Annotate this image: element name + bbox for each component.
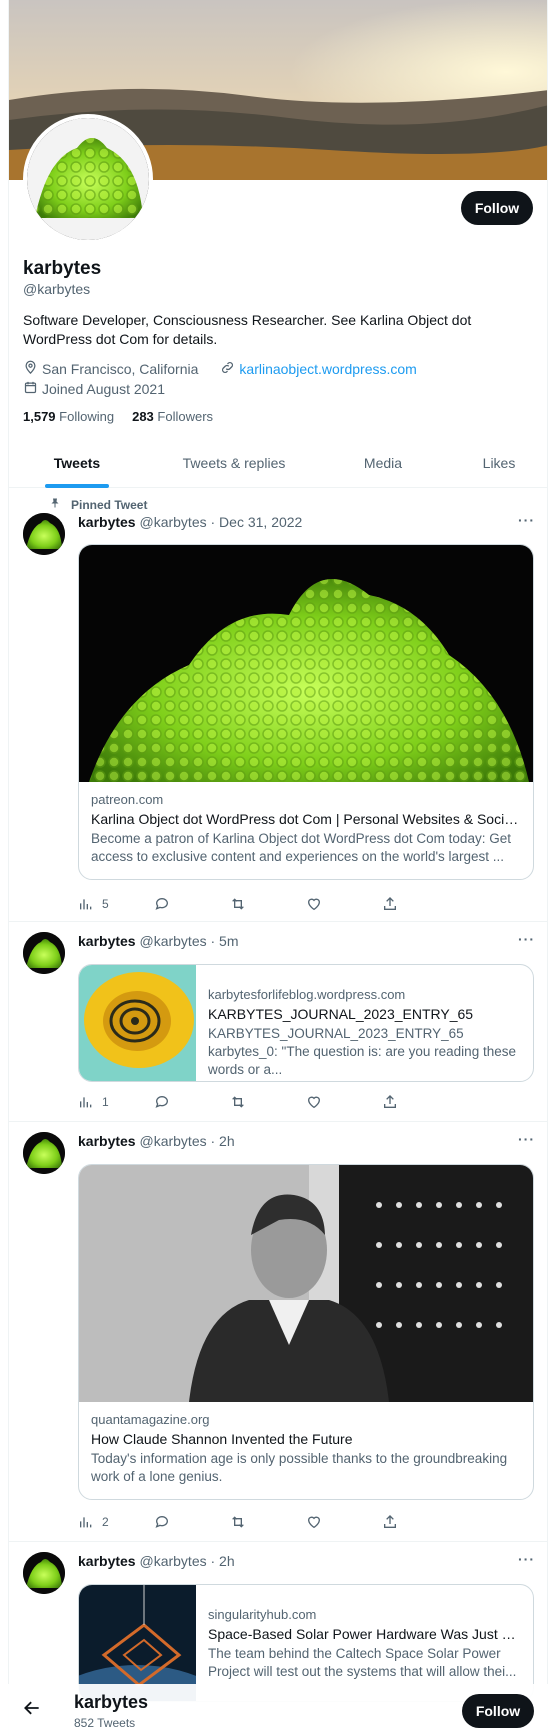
tweet-header: karbytes @karbytes · 5m <box>78 933 239 949</box>
followers-link[interactable]: 283 Followers <box>132 409 213 424</box>
following-link[interactable]: 1,579 Following <box>23 409 114 424</box>
reply-button[interactable] <box>154 1094 230 1110</box>
retweet-button[interactable] <box>230 1094 306 1110</box>
profile-tabs: Tweets Tweets & replies Media Likes <box>9 444 547 488</box>
calendar-icon <box>23 380 38 398</box>
link-card[interactable]: quantamagazine.org How Claude Shannon In… <box>78 1164 534 1500</box>
like-button[interactable] <box>306 1094 382 1110</box>
link-card[interactable]: patreon.com Karlina Object dot WordPress… <box>78 544 534 880</box>
tweet-actions: 1 <box>78 1094 458 1110</box>
card-image <box>79 965 196 1081</box>
tweet-header: karbytes @karbytes · 2h <box>78 1553 235 1569</box>
tweet-avatar[interactable] <box>23 1552 65 1594</box>
card-description: KARBYTES_JOURNAL_2023_ENTRY_65 karbytes_… <box>208 1026 516 1077</box>
reply-button[interactable] <box>154 896 230 912</box>
card-domain: quantamagazine.org <box>91 1412 210 1427</box>
reply-button[interactable] <box>154 1514 230 1530</box>
profile-website-link[interactable]: karlinaobject.wordpress.com <box>239 361 416 377</box>
profile-avatar[interactable] <box>23 114 153 244</box>
card-image <box>79 545 533 782</box>
card-description: The team behind the Caltech Space Solar … <box>208 1646 517 1679</box>
views-button[interactable]: 5 <box>78 896 154 912</box>
retweet-button[interactable] <box>230 1514 306 1530</box>
card-description: Today's information age is only possible… <box>91 1451 508 1484</box>
share-icon <box>384 1095 396 1108</box>
sticky-follow-button[interactable]: Follow <box>462 1694 534 1728</box>
share-button[interactable] <box>382 896 458 912</box>
location-icon <box>23 360 38 378</box>
card-image <box>79 1165 533 1402</box>
tweet-count: 852 Tweets <box>74 1716 136 1730</box>
reply-icon <box>155 898 169 910</box>
tab-media[interactable]: Media <box>343 444 423 488</box>
card-title: Space-Based Solar Power Hardware Was Jus… <box>208 1626 522 1642</box>
share-button[interactable] <box>382 1514 458 1530</box>
more-icon[interactable]: ··· <box>518 1551 535 1567</box>
analytics-icon <box>80 1097 92 1108</box>
profile-bio: Software Developer, Consciousness Resear… <box>23 312 472 347</box>
profile-counts: 1,579 Following 283 Followers <box>23 409 213 424</box>
profile-joined: Joined August 2021 <box>42 381 165 397</box>
tab-tweets[interactable]: Tweets <box>29 444 125 488</box>
card-domain: singularityhub.com <box>208 1607 317 1622</box>
link-card[interactable]: karbytesforlifeblog.wordpress.com KARBYT… <box>78 964 534 1082</box>
profile-location: San Francisco, California <box>42 361 199 377</box>
retweet-icon <box>232 898 244 910</box>
card-domain: patreon.com <box>91 792 164 807</box>
profile-name: karbytes <box>23 258 102 279</box>
analytics-icon <box>80 899 92 910</box>
sticky-profile-name: karbytes <box>74 1692 149 1712</box>
retweet-icon <box>232 1516 244 1528</box>
profile-page: Follow karbytes @karbytes Software Devel… <box>8 0 548 1736</box>
tweet-actions: 5 <box>78 896 458 912</box>
more-icon[interactable]: ··· <box>518 512 535 528</box>
tweet-avatar[interactable] <box>23 932 65 974</box>
tab-tweets-replies[interactable]: Tweets & replies <box>159 444 309 488</box>
profile-meta: San Francisco, California karlinaobject.… <box>23 360 417 378</box>
share-button[interactable] <box>382 1094 458 1110</box>
profile-handle: @karbytes <box>23 281 91 297</box>
reply-icon <box>155 1096 169 1108</box>
tweet-avatar[interactable] <box>23 513 65 555</box>
back-arrow-icon[interactable] <box>22 1698 42 1724</box>
card-title: Karlina Object dot WordPress dot Com | P… <box>91 811 521 827</box>
tweet[interactable]: karbytes @karbytes · 5m ··· karbytesforl… <box>9 922 547 1122</box>
views-button[interactable]: 2 <box>78 1514 154 1530</box>
share-icon <box>384 1515 396 1528</box>
heart-icon <box>307 1516 321 1529</box>
more-icon[interactable]: ··· <box>518 1131 535 1147</box>
views-button[interactable]: 1 <box>78 1094 154 1110</box>
tab-likes[interactable]: Likes <box>459 444 539 488</box>
card-title: How Claude Shannon Invented the Future <box>91 1431 353 1447</box>
retweet-icon <box>232 1096 244 1108</box>
tweet-header: karbytes @karbytes · Dec 31, 2022 <box>78 514 303 530</box>
heart-icon <box>307 1096 321 1109</box>
share-icon <box>384 897 396 910</box>
more-icon[interactable]: ··· <box>518 931 535 947</box>
link-icon <box>220 360 235 378</box>
profile-joined-row: Joined August 2021 <box>23 380 165 398</box>
tweet[interactable]: karbytes @karbytes · Dec 31, 2022 ··· pa… <box>9 488 547 922</box>
reply-icon <box>155 1516 169 1528</box>
heart-icon <box>307 898 321 911</box>
like-button[interactable] <box>306 1514 382 1530</box>
card-domain: karbytesforlifeblog.wordpress.com <box>208 987 406 1002</box>
analytics-icon <box>80 1517 92 1528</box>
sticky-profile-bar: karbytes 852 Tweets Follow <box>8 1684 548 1736</box>
like-button[interactable] <box>306 896 382 912</box>
tweet-header: karbytes @karbytes · 2h <box>78 1133 235 1149</box>
card-description: Become a patron of Karlina Object dot Wo… <box>91 831 511 864</box>
tweet-avatar[interactable] <box>23 1132 65 1174</box>
retweet-button[interactable] <box>230 896 306 912</box>
tweet[interactable]: karbytes @karbytes · 2h ··· quantamagazi… <box>9 1122 547 1542</box>
tweet-actions: 2 <box>78 1514 458 1530</box>
card-title: KARBYTES_JOURNAL_2023_ENTRY_65 <box>208 1006 474 1022</box>
follow-button[interactable]: Follow <box>461 191 533 225</box>
